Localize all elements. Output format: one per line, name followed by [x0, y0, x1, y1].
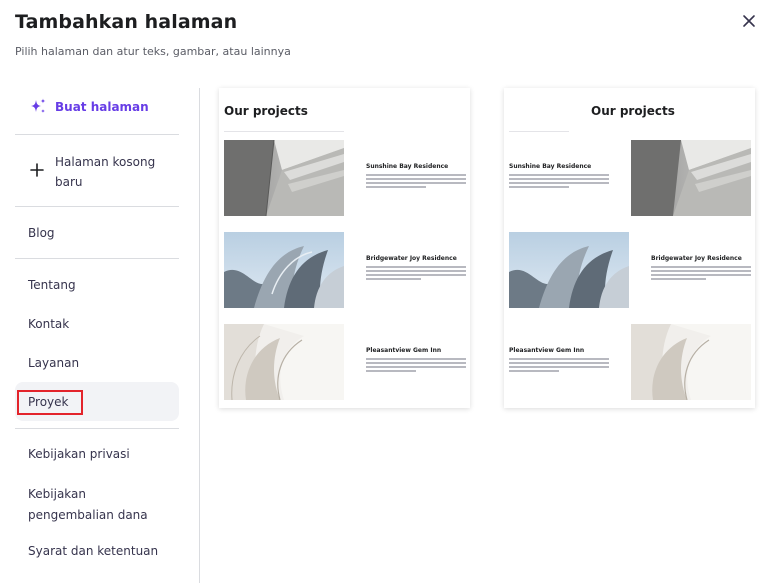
project-image-curves	[631, 324, 751, 400]
template-title: Our projects	[224, 104, 308, 118]
sidebar-item-syarat-dan-ketentuan[interactable]: Syarat dan ketentuan	[15, 540, 179, 562]
project-description	[651, 266, 751, 282]
add-page-dialog: Tambahkan halaman Pilih halaman dan atur…	[0, 0, 768, 583]
sidebar-item-layanan[interactable]: Layanan	[15, 352, 179, 374]
sidebar-item-kebijakan-pengembalian-dana[interactable]: Kebijakan pengembalian dana	[15, 482, 179, 526]
project-description	[366, 266, 466, 282]
project-image-atrium	[224, 140, 344, 216]
divider	[15, 134, 179, 135]
close-icon	[743, 15, 755, 27]
sidebar-item-label: Layanan	[28, 356, 80, 370]
project-name: Pleasantview Gem Inn	[366, 347, 442, 354]
project-name: Sunshine Bay Residence	[366, 163, 449, 170]
project-image-atrium	[631, 140, 751, 216]
title-underline	[224, 131, 344, 132]
project-image-curves	[224, 324, 344, 400]
sidebar-separator	[199, 88, 200, 583]
dialog-subtitle: Pilih halaman dan atur teks, gambar, ata…	[15, 45, 291, 58]
sidebar-item-label: Kebijakan privasi	[28, 447, 130, 461]
divider	[15, 258, 179, 259]
blank-page-button[interactable]: Halaman kosong baru	[15, 150, 179, 192]
template-title: Our projects	[591, 104, 675, 118]
sidebar-item-label: Kontak	[28, 317, 70, 331]
sparkle-icon	[31, 98, 46, 113]
template-card-1[interactable]: Our projects Sunshine Bay Residence Brid…	[219, 88, 470, 408]
sidebar-item-blog[interactable]: Blog	[15, 222, 179, 244]
plus-icon	[30, 163, 44, 177]
sidebar-item-kontak[interactable]: Kontak	[15, 313, 179, 335]
sidebar-item-tentang[interactable]: Tentang	[15, 274, 179, 296]
dialog-title: Tambahkan halaman	[15, 11, 238, 33]
blank-page-label: Halaman kosong baru	[55, 155, 156, 189]
project-name: Bridgewater Joy Residence	[651, 255, 742, 262]
title-underline	[509, 131, 569, 132]
project-name: Pleasantview Gem Inn	[509, 347, 585, 354]
close-button[interactable]	[740, 12, 758, 30]
template-card-2[interactable]: Our projects Sunshine Bay Residence Brid…	[504, 88, 755, 408]
project-name: Bridgewater Joy Residence	[366, 255, 457, 262]
sidebar-item-label: Tentang	[28, 278, 76, 292]
project-description	[509, 358, 609, 374]
divider	[15, 206, 179, 207]
create-page-label: Buat halaman	[55, 100, 149, 114]
project-image-steel	[509, 232, 629, 308]
project-image-steel	[224, 232, 344, 308]
project-description	[366, 358, 466, 374]
sidebar-item-label: Kebijakan pengembalian dana	[28, 487, 148, 522]
sidebar-item-label: Syarat dan ketentuan	[28, 544, 159, 558]
sidebar-item-label: Blog	[28, 226, 55, 240]
project-description	[509, 174, 609, 190]
divider	[15, 428, 179, 429]
project-name: Sunshine Bay Residence	[509, 163, 592, 170]
create-page-button[interactable]: Buat halaman	[15, 96, 179, 120]
project-description	[366, 174, 466, 190]
selection-highlight	[17, 390, 83, 415]
sidebar-item-kebijakan-privasi[interactable]: Kebijakan privasi	[15, 443, 179, 465]
